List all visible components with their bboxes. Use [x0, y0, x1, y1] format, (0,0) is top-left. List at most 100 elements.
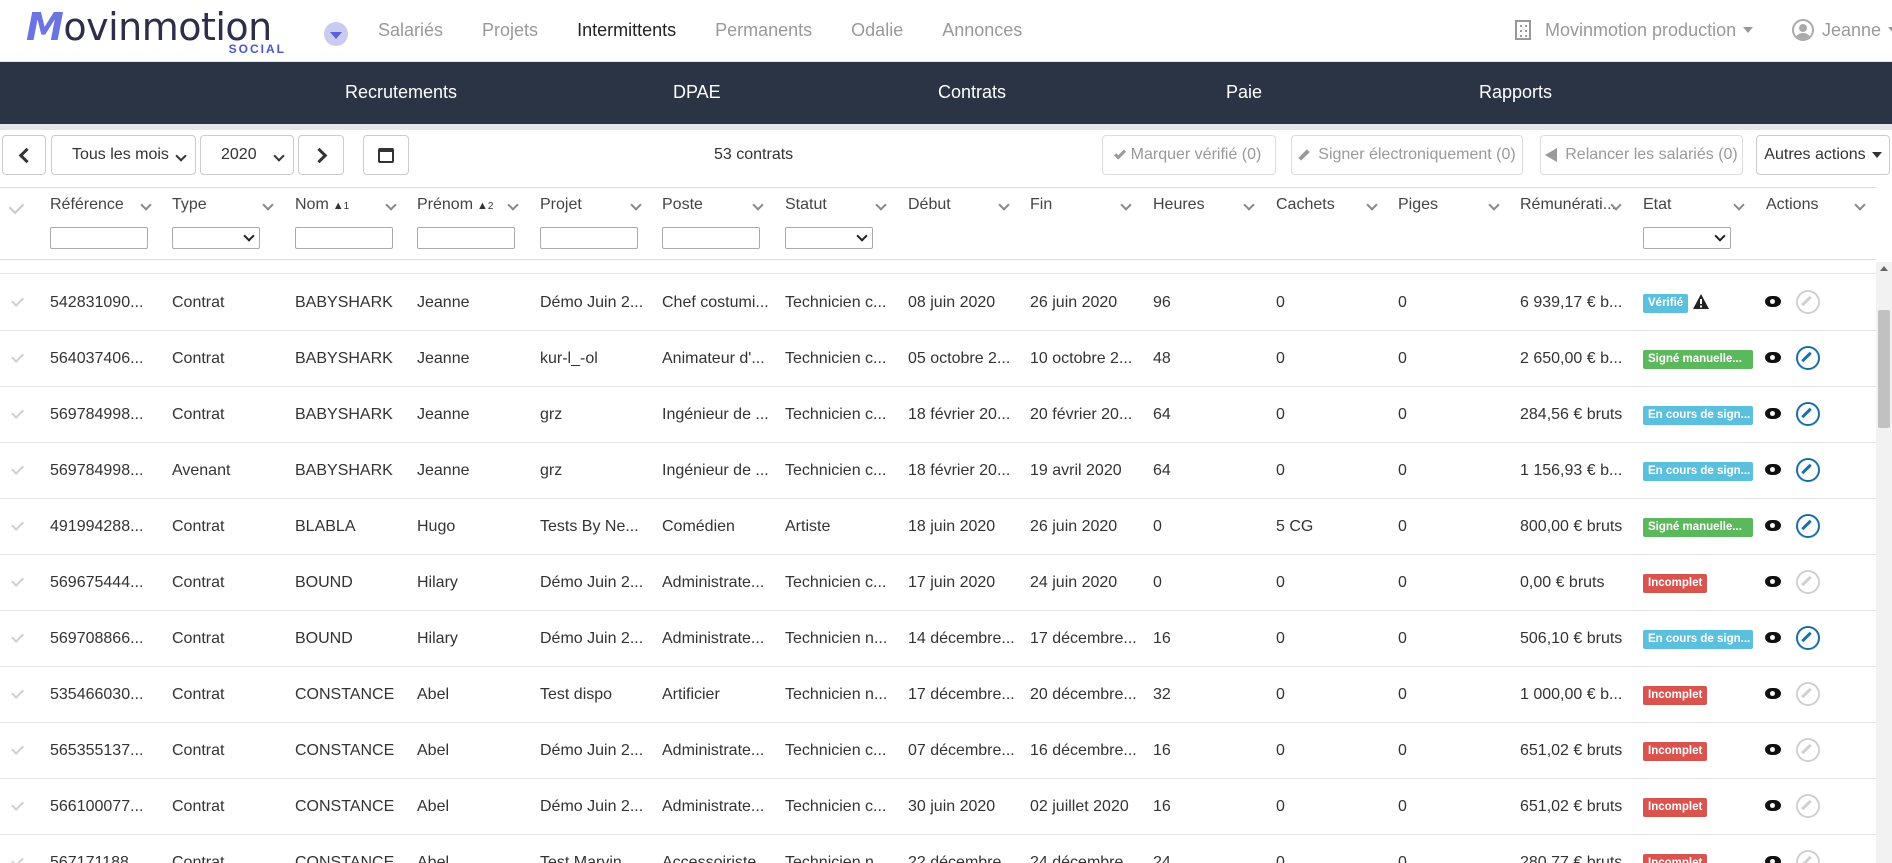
sign-edit-icon[interactable]	[1796, 458, 1820, 482]
column-prenom[interactable]: Prénom ▲2	[407, 188, 529, 261]
table-row[interactable]: 491994288... Contrat BLABLA Hugo Tests By Ne…	[0, 499, 1876, 555]
table-row[interactable]: 542831090... Contrat BABYSHARK Jeanne Démo J…	[0, 275, 1876, 331]
sign-edit-icon[interactable]	[1796, 514, 1820, 538]
sign-edit-icon[interactable]	[1796, 346, 1820, 370]
statut-filter-select[interactable]	[785, 227, 873, 249]
row-select-check-icon[interactable]	[11, 518, 24, 531]
subnav-item-contrats[interactable]: Contrats	[938, 62, 1006, 122]
chevron-down-icon[interactable]	[140, 199, 152, 211]
nav-item-permanents[interactable]: Permanents	[715, 20, 812, 41]
chevron-down-icon[interactable]	[1854, 199, 1866, 211]
column-statut[interactable]: Statut	[775, 188, 897, 261]
next-period-button[interactable]	[298, 135, 344, 175]
movinmotion-logo[interactable]: Movinmotion SOCIAL	[26, 4, 286, 56]
mark-verified-button[interactable]: Marquer vérifié (0)	[1102, 135, 1276, 175]
row-select-check-icon[interactable]	[11, 798, 24, 811]
view-eye-icon[interactable]	[1765, 296, 1781, 307]
chevron-down-icon[interactable]	[630, 199, 642, 211]
table-row[interactable]: 569784998... Contrat BABYSHARK Jeanne grz Ing…	[0, 387, 1876, 443]
chevron-down-icon[interactable]	[1733, 199, 1745, 211]
reference-filter-input[interactable]	[50, 227, 148, 249]
row-select-check-icon[interactable]	[11, 686, 24, 699]
user-menu[interactable]: Jeanne	[1792, 0, 1892, 60]
column-piges[interactable]: Piges	[1388, 188, 1510, 261]
column-fin[interactable]: Fin	[1020, 188, 1142, 261]
column-actions[interactable]: Actions	[1756, 188, 1876, 261]
row-select-check-icon[interactable]	[11, 462, 24, 475]
table-row[interactable]: 569784998... Avenant BABYSHARK Jeanne grz Ing…	[0, 443, 1876, 499]
column-etat[interactable]: Etat	[1633, 188, 1755, 261]
projet-filter-input[interactable]	[540, 227, 638, 249]
view-eye-icon[interactable]	[1765, 856, 1781, 863]
view-eye-icon[interactable]	[1765, 576, 1781, 587]
row-select-check-icon[interactable]	[11, 574, 24, 587]
column-poste[interactable]: Poste	[652, 188, 774, 261]
row-select-check-icon[interactable]	[11, 742, 24, 755]
remind-employees-button[interactable]: Relancer les salariés (0)	[1540, 135, 1743, 175]
month-select[interactable]: Tous les mois	[51, 135, 196, 175]
nav-item-salaries[interactable]: Salariés	[378, 20, 443, 41]
chevron-down-icon[interactable]	[875, 199, 887, 211]
select-all-checkbox[interactable]	[0, 188, 40, 261]
subnav-item-rapports[interactable]: Rapports	[1479, 62, 1552, 122]
nav-item-intermittents[interactable]: Intermittents	[577, 20, 676, 41]
row-select-check-icon[interactable]	[11, 630, 24, 643]
chevron-down-icon[interactable]	[507, 199, 519, 211]
nav-item-projets[interactable]: Projets	[482, 20, 538, 41]
column-reference[interactable]: Référence	[40, 188, 162, 261]
row-select-check-icon[interactable]	[11, 350, 24, 363]
column-cachets[interactable]: Cachets	[1266, 188, 1388, 261]
etat-filter-select[interactable]	[1643, 227, 1731, 249]
subnav-item-paie[interactable]: Paie	[1226, 62, 1262, 122]
app-switcher-dropdown-icon[interactable]	[324, 22, 348, 46]
nav-item-annonces[interactable]: Annonces	[942, 20, 1022, 41]
scroll-up-arrow-icon[interactable]	[1880, 266, 1888, 271]
nav-item-odalie[interactable]: Odalie	[851, 20, 903, 41]
table-row[interactable]: 565355137... Contrat CONSTANCE Abel Démo Jui…	[0, 723, 1876, 779]
column-type[interactable]: Type	[162, 188, 284, 261]
view-eye-icon[interactable]	[1765, 464, 1781, 475]
column-heures[interactable]: Heures	[1143, 188, 1265, 261]
poste-filter-input[interactable]	[662, 227, 760, 249]
scrollbar-thumb[interactable]	[1878, 310, 1890, 428]
subnav-item-dpae[interactable]: DPAE	[673, 62, 721, 122]
view-eye-icon[interactable]	[1765, 744, 1781, 755]
year-select[interactable]: 2020	[200, 135, 294, 175]
column-debut[interactable]: Début	[898, 188, 1020, 261]
organization-selector[interactable]: Movinmotion production	[1515, 0, 1754, 60]
table-row[interactable]: 569708866... Contrat BOUND Hilary Démo Juin …	[0, 611, 1876, 667]
chevron-down-icon[interactable]	[262, 199, 274, 211]
warning-icon[interactable]	[1692, 293, 1710, 310]
view-eye-icon[interactable]	[1765, 408, 1781, 419]
row-select-check-icon[interactable]	[11, 294, 24, 307]
row-select-check-icon[interactable]	[11, 854, 24, 863]
date-picker-button[interactable]	[363, 135, 409, 175]
view-eye-icon[interactable]	[1765, 688, 1781, 699]
sign-electronic-button[interactable]: Signer électroniquement (0)	[1291, 135, 1523, 175]
table-row[interactable]: 535466030... Contrat CONSTANCE Abel Test dis…	[0, 667, 1876, 723]
column-projet[interactable]: Projet	[530, 188, 652, 261]
view-eye-icon[interactable]	[1765, 632, 1781, 643]
subnav-item-recrutements[interactable]: Recrutements	[345, 62, 457, 122]
type-filter-select[interactable]	[172, 227, 260, 249]
chevron-down-icon[interactable]	[1488, 199, 1500, 211]
table-row[interactable]: 569675444... Contrat BOUND Hilary Démo Juin …	[0, 555, 1876, 611]
column-nom[interactable]: Nom ▲1	[285, 188, 407, 261]
view-eye-icon[interactable]	[1765, 800, 1781, 811]
table-row[interactable]: 566100077... Contrat CONSTANCE Abel Démo Jui…	[0, 779, 1876, 835]
table-row[interactable]: 567171188... Contrat CONSTANCE Abel Test Mar…	[0, 835, 1876, 863]
chevron-down-icon[interactable]	[998, 199, 1010, 211]
column-remuneration[interactable]: Rémunérati...	[1510, 188, 1632, 261]
row-select-check-icon[interactable]	[11, 406, 24, 419]
chevron-down-icon[interactable]	[1243, 199, 1255, 211]
chevron-down-icon[interactable]	[1366, 199, 1378, 211]
chevron-down-icon[interactable]	[1120, 199, 1132, 211]
chevron-down-icon[interactable]	[752, 199, 764, 211]
view-eye-icon[interactable]	[1765, 352, 1781, 363]
sign-edit-icon[interactable]	[1796, 626, 1820, 650]
previous-period-button[interactable]	[2, 135, 46, 175]
other-actions-button[interactable]: Autres actions	[1756, 135, 1890, 175]
nom-filter-input[interactable]	[295, 227, 393, 249]
view-eye-icon[interactable]	[1765, 520, 1781, 531]
sign-edit-icon[interactable]	[1796, 402, 1820, 426]
